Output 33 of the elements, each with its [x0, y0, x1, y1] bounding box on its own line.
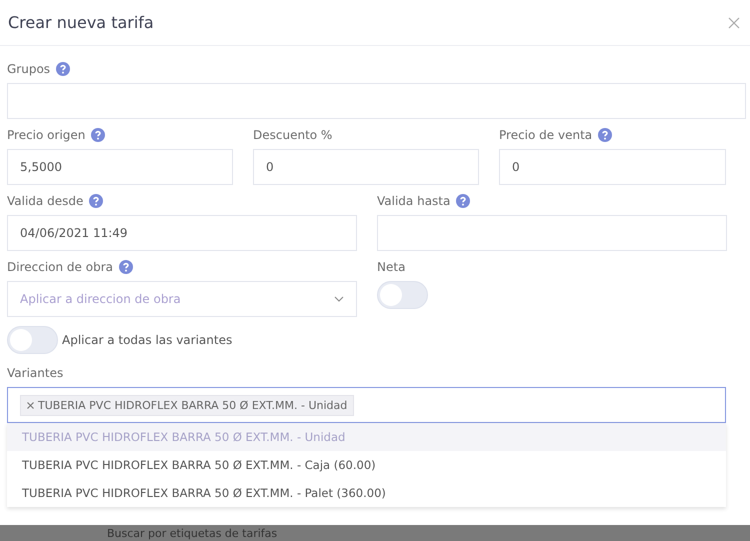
toggle-label: Aplicar a todas las variantes — [62, 333, 232, 347]
field-label: Neta — [377, 260, 406, 274]
remove-icon[interactable] — [27, 402, 34, 408]
input-field[interactable]: 04/06/2021 11:49 — [7, 215, 357, 251]
input-field[interactable] — [377, 215, 727, 251]
toggle-switch[interactable] — [377, 281, 428, 309]
input-field[interactable]: 0 — [499, 149, 726, 185]
help-icon[interactable] — [89, 194, 104, 208]
chevron-down-icon — [334, 296, 344, 302]
help-icon[interactable] — [91, 128, 106, 142]
dropdown-option[interactable]: TUBERIA PVC HIDROFLEX BARRA 50 Ø EXT.MM. - Palet (360.00) — [7, 479, 726, 507]
field-label: Valida hasta — [377, 194, 450, 208]
help-icon[interactable] — [118, 260, 133, 274]
dialog-title: Crear nueva tarifa — [8, 13, 154, 32]
selected-tag[interactable]: TUBERIA PVC HIDROFLEX BARRA 50 Ø EXT.MM. - Unidad — [20, 394, 354, 416]
field-label: Variantes — [7, 366, 64, 380]
close-icon[interactable] — [728, 16, 740, 28]
input-field[interactable]: 0 — [253, 149, 479, 185]
help-icon[interactable] — [456, 194, 470, 208]
dropdown-option[interactable]: TUBERIA PVC HIDROFLEX BARRA 50 Ø EXT.MM. - Caja (60.00) — [7, 451, 726, 479]
help-icon[interactable] — [56, 62, 70, 76]
field-label: Direccion de obra — [7, 260, 113, 274]
background-text: Buscar por etiquetas de tarifas — [107, 526, 278, 540]
field-label: Descuento % — [253, 128, 332, 142]
field-label: Valida desde — [7, 194, 84, 208]
field-label: Precio origen — [7, 128, 86, 142]
toggle-switch[interactable] — [7, 326, 58, 354]
input-field[interactable]: 5,5000 — [7, 149, 233, 185]
help-icon[interactable] — [598, 128, 612, 142]
input-field[interactable] — [7, 83, 746, 119]
field-label: Grupos — [7, 62, 50, 76]
multiselect-field[interactable]: TUBERIA PVC HIDROFLEX BARRA 50 Ø EXT.MM. - Unidad — [7, 387, 726, 423]
field-label: Precio de venta — [499, 128, 592, 142]
